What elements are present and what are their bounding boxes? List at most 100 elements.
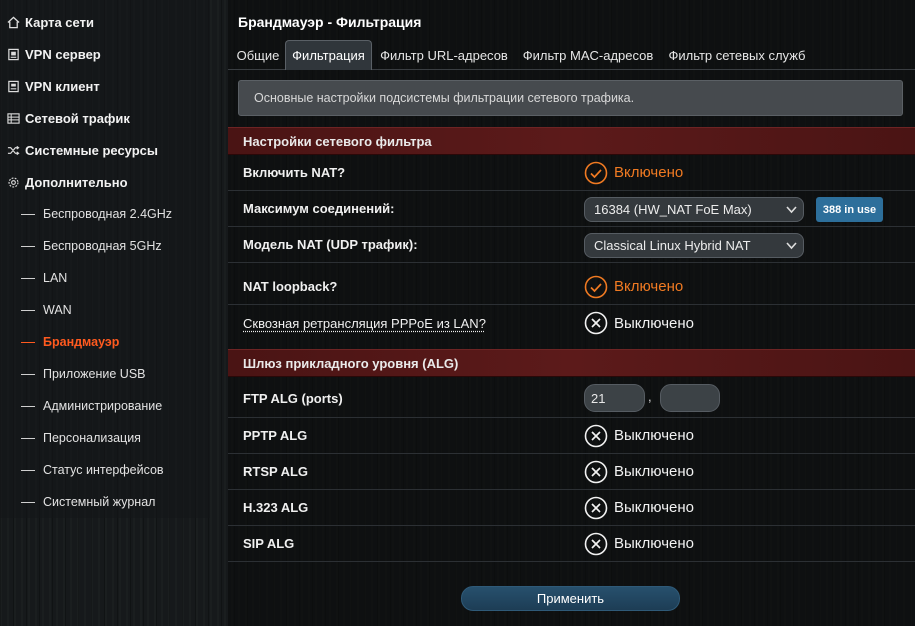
apply-button[interactable]: Применить bbox=[461, 586, 680, 611]
sidebar-subitem-firewall[interactable]: Брандмауэр bbox=[0, 326, 210, 358]
sidebar-subitem-label: LAN bbox=[43, 271, 68, 285]
tab-service-filter[interactable]: Фильтр сетевых служб bbox=[664, 40, 810, 70]
vpn-client-icon bbox=[6, 79, 20, 93]
pptp-alg-toggle[interactable]: Выключено bbox=[584, 418, 694, 453]
sidebar-item-label: Дополнительно bbox=[25, 174, 128, 190]
sidebar-subitem-wan[interactable]: WAN bbox=[0, 294, 210, 326]
ftp-port-input-2[interactable] bbox=[660, 384, 720, 412]
tab-filtering[interactable]: Фильтрация bbox=[285, 40, 372, 70]
sidebar-subitem-personalization[interactable]: Персонализация bbox=[0, 422, 210, 454]
dash-marker bbox=[21, 501, 35, 503]
sidebar-subitem-label: WAN bbox=[43, 303, 72, 317]
setting-row-pptp-alg: PPTP ALG Выключено bbox=[228, 418, 915, 454]
sidebar-item-label: VPN клиент bbox=[25, 78, 100, 94]
rtsp-alg-toggle[interactable]: Выключено bbox=[584, 454, 694, 489]
sidebar-item-label: VPN сервер bbox=[25, 46, 101, 62]
select-value: 16384 (HW_NAT FoE Max) bbox=[594, 202, 752, 217]
sidebar-subitem-admin[interactable]: Администрирование bbox=[0, 390, 210, 422]
sidebar-subitem-lan[interactable]: LAN bbox=[0, 262, 210, 294]
select-value: Classical Linux Hybrid NAT bbox=[594, 238, 751, 253]
chevron-down-icon bbox=[786, 242, 797, 250]
setting-label: Включить NAT? bbox=[243, 165, 346, 180]
dash-marker bbox=[21, 309, 35, 311]
tab-mac-filter[interactable]: Фильтр MAC-адресов bbox=[518, 40, 658, 70]
tab-bar: Общие Фильтрация Фильтр URL-адресов Филь… bbox=[228, 40, 915, 70]
nat-toggle[interactable]: Включено bbox=[584, 155, 683, 190]
dash-marker bbox=[21, 405, 35, 407]
tab-general[interactable]: Общие bbox=[232, 40, 284, 70]
toggle-state: Выключено bbox=[614, 314, 694, 332]
sidebar-subitem-label: Брандмауэр bbox=[43, 335, 120, 349]
ftp-port-input-1[interactable]: 21 bbox=[584, 384, 645, 412]
port-separator: , bbox=[648, 389, 652, 404]
page-title: Брандмауэр - Фильтрация bbox=[238, 14, 422, 30]
setting-label: RTSP ALG bbox=[243, 464, 309, 479]
nat-loopback-toggle[interactable]: Включено bbox=[584, 269, 683, 304]
x-circle-icon bbox=[584, 496, 608, 519]
shuffle-icon bbox=[6, 143, 20, 157]
setting-row-rtsp-alg: RTSP ALG Выключено bbox=[228, 454, 915, 490]
section-title: Шлюз прикладного уровня (ALG) bbox=[243, 355, 459, 371]
toggle-state: Выключено bbox=[614, 499, 694, 516]
dash-marker bbox=[21, 213, 35, 215]
setting-label: H.323 ALG bbox=[243, 500, 309, 515]
main-panel: Брандмауэр - Фильтрация Общие Фильтрация… bbox=[228, 0, 915, 626]
dash-marker bbox=[21, 277, 35, 279]
chevron-down-icon bbox=[786, 206, 797, 214]
setting-label: Модель NAT (UDP трафик): bbox=[243, 237, 418, 252]
sidebar-subitem-label: Приложение USB bbox=[43, 367, 146, 381]
sidebar-subitem-wireless-24[interactable]: Беспроводная 2.4GHz bbox=[0, 198, 210, 230]
setting-row-pppoe-relay: Сквозная ретрансляция PPPoE из LAN? Выкл… bbox=[228, 305, 915, 341]
pppoe-relay-toggle[interactable]: Выключено bbox=[584, 305, 694, 341]
dash-marker bbox=[21, 469, 35, 471]
dash-marker bbox=[21, 245, 35, 247]
max-connections-select[interactable]: 16384 (HW_NAT FoE Max) bbox=[584, 197, 804, 222]
sidebar-item-label: Карта сети bbox=[25, 14, 94, 30]
sidebar-item-vpn-client[interactable]: VPN клиент bbox=[0, 70, 210, 102]
setting-row-sip-alg: SIP ALG Выключено bbox=[228, 526, 915, 562]
check-circle-icon bbox=[584, 161, 608, 184]
setting-row-max-connections: Максимум соединений: 16384 (HW_NAT FoE M… bbox=[228, 191, 915, 227]
vpn-server-icon bbox=[6, 47, 20, 61]
setting-label: PPTP ALG bbox=[243, 428, 308, 443]
setting-row-h323-alg: H.323 ALG Выключено bbox=[228, 490, 915, 526]
setting-label-link[interactable]: Сквозная ретрансляция PPPoE из LAN? bbox=[243, 305, 486, 341]
sidebar-item-traffic[interactable]: Сетевой трафик bbox=[0, 102, 210, 134]
tab-url-filter[interactable]: Фильтр URL-адресов bbox=[376, 40, 512, 70]
sidebar-subitem-syslog[interactable]: Системный журнал bbox=[0, 486, 210, 518]
dash-marker bbox=[21, 341, 35, 343]
sidebar-subitem-label: Беспроводная 5GHz bbox=[43, 239, 162, 253]
x-circle-icon bbox=[584, 424, 608, 447]
setting-label: FTP ALG (ports) bbox=[243, 390, 343, 406]
dash-marker bbox=[21, 373, 35, 375]
dash-marker bbox=[21, 437, 35, 439]
toggle-state: Включено bbox=[614, 278, 684, 295]
sidebar-subitem-label: Статус интерфейсов bbox=[43, 463, 164, 477]
setting-row-nat-loopback: NAT loopback? Включено bbox=[228, 269, 915, 305]
setting-row-nat-model: Модель NAT (UDP трафик): Classical Linux… bbox=[228, 227, 915, 263]
h323-alg-toggle[interactable]: Выключено bbox=[584, 490, 694, 525]
sidebar-subitem-label: Системный журнал bbox=[43, 495, 156, 509]
toggle-state: Включено bbox=[614, 164, 684, 181]
sip-alg-toggle[interactable]: Выключено bbox=[584, 526, 694, 561]
connections-in-use-badge: 388 in use bbox=[816, 197, 883, 222]
sidebar-item-system-resources[interactable]: Системные ресурсы bbox=[0, 134, 210, 166]
section-title: Настройки сетевого фильтра bbox=[243, 133, 432, 149]
sidebar-item-vpn-server[interactable]: VPN сервер bbox=[0, 38, 210, 70]
setting-label: Максимум соединений: bbox=[243, 201, 395, 216]
sidebar-subitem-wireless-5[interactable]: Беспроводная 5GHz bbox=[0, 230, 210, 262]
sidebar-item-network-map[interactable]: Карта сети bbox=[0, 6, 210, 38]
sidebar-subitem-label: Беспроводная 2.4GHz bbox=[43, 207, 173, 221]
description-text: Основные настройки подсистемы фильтрации… bbox=[254, 91, 635, 105]
sidebar-item-advanced[interactable]: Дополнительно bbox=[0, 166, 210, 198]
gear-icon bbox=[6, 175, 20, 189]
sidebar-subitem-usb[interactable]: Приложение USB bbox=[0, 358, 210, 390]
x-circle-icon bbox=[584, 532, 608, 555]
description-box: Основные настройки подсистемы фильтрации… bbox=[238, 80, 903, 116]
nat-model-select[interactable]: Classical Linux Hybrid NAT bbox=[584, 233, 804, 258]
sidebar-subitem-interface-status[interactable]: Статус интерфейсов bbox=[0, 454, 210, 486]
sidebar-item-label: Системные ресурсы bbox=[25, 142, 159, 158]
toggle-state: Выключено bbox=[614, 463, 694, 480]
traffic-icon bbox=[6, 111, 20, 125]
sidebar-subitem-label: Администрирование bbox=[43, 399, 163, 413]
